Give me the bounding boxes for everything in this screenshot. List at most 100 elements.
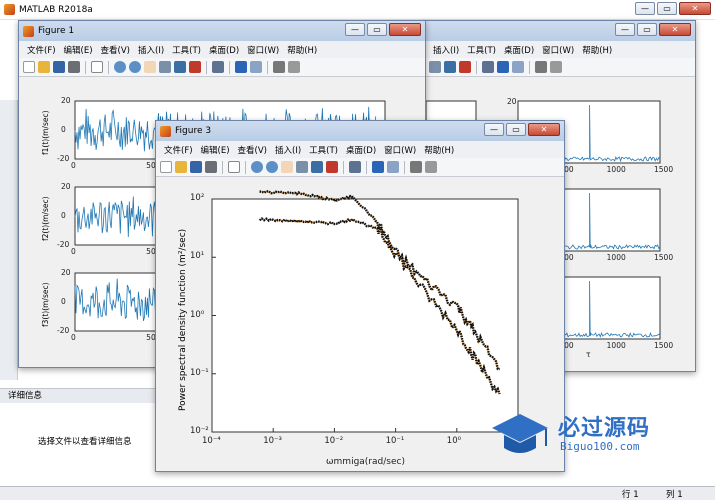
rotate-icon[interactable] [429, 61, 441, 73]
fig1-close-button[interactable]: ✕ [389, 23, 421, 36]
hide-tools-icon[interactable] [410, 161, 422, 173]
psd-xtick-label: 10⁻⁴ [202, 436, 221, 446]
fig1-ytick: 0 [61, 211, 66, 220]
matlab-logo-icon [4, 4, 15, 15]
hide-tools-icon[interactable] [273, 61, 285, 73]
open-icon[interactable] [38, 61, 50, 73]
fig3-close-button[interactable]: ✕ [528, 123, 560, 136]
fig2-menu-tools[interactable]: 工具(T) [467, 44, 496, 56]
figure3-titlebar: Figure 3 — ▭ ✕ [156, 121, 564, 141]
figure1-icon [23, 25, 34, 37]
fig1-menu-edit[interactable]: 编辑(E) [64, 44, 93, 56]
fig2-menu-help[interactable]: 帮助(H) [582, 44, 612, 56]
fig1-menu-tools[interactable]: 工具(T) [172, 44, 201, 56]
pan-icon[interactable] [144, 61, 156, 73]
fig2-xtick: 1500 [654, 253, 674, 262]
maximize-button[interactable]: ▭ [657, 2, 677, 15]
open-icon[interactable] [175, 161, 187, 173]
print-icon[interactable] [205, 161, 217, 173]
fig3-menu-tools[interactable]: 工具(T) [309, 144, 338, 156]
fig1-ytick: -20 [57, 240, 70, 249]
fig3-menu-edit[interactable]: 编辑(E) [201, 144, 230, 156]
link-icon[interactable] [212, 61, 224, 73]
fig3-maximize-button[interactable]: ▭ [506, 123, 526, 136]
close-button[interactable]: ✕ [679, 2, 711, 15]
brush-icon[interactable] [459, 61, 471, 73]
fig1-ylabel-2: f2(t)(m/sec) [41, 196, 50, 241]
fig1-menu-view[interactable]: 查看(V) [101, 44, 130, 56]
fig2-xtick: 1000 [606, 253, 626, 262]
zoom-out-icon[interactable] [129, 61, 141, 73]
fig3-menu-help[interactable]: 帮助(H) [424, 144, 454, 156]
psd-xtick-label: 10⁰ [446, 436, 462, 446]
psd-xtick-label: 10⁻³ [263, 436, 282, 446]
legend-icon[interactable] [387, 161, 399, 173]
fig3-menu-view[interactable]: 查看(V) [238, 144, 267, 156]
print-icon[interactable] [68, 61, 80, 73]
psd-ytick-label: 10² [190, 193, 205, 203]
figure3-menubar: 文件(F) 编辑(E) 查看(V) 插入(I) 工具(T) 桌面(D) 窗口(W… [156, 141, 564, 158]
watermark-brand: 必过源码 [558, 416, 651, 441]
save-icon[interactable] [53, 61, 65, 73]
fig1-menu-window[interactable]: 窗口(W) [247, 44, 279, 56]
fig2-menu-window[interactable]: 窗口(W) [542, 44, 574, 56]
legend-icon[interactable] [250, 61, 262, 73]
watermark-site: Biguo100.com [560, 440, 640, 453]
fig2-minimize-button[interactable]: — [615, 23, 635, 36]
psd-xtick-label: 10⁻¹ [385, 436, 405, 446]
fig1-menu-desktop[interactable]: 桌面(D) [209, 44, 239, 56]
fig1-menu-help[interactable]: 帮助(H) [287, 44, 317, 56]
fig3-menu-window[interactable]: 窗口(W) [384, 144, 416, 156]
colorbar-icon[interactable] [235, 61, 247, 73]
colorbar-icon[interactable] [497, 61, 509, 73]
fig1-xtick: 0 [71, 161, 76, 170]
status-bar: 行 1 列 1 [0, 486, 715, 500]
left-panel-strip [0, 100, 18, 380]
fig1-minimize-button[interactable]: — [345, 23, 365, 36]
legend-icon[interactable] [512, 61, 524, 73]
datatip-icon[interactable] [444, 61, 456, 73]
figure3-icon [160, 125, 171, 137]
fig3-minimize-button[interactable]: — [484, 123, 504, 136]
fig2-maximize-button[interactable]: ▭ [637, 23, 657, 36]
pointer-icon[interactable] [228, 161, 240, 173]
zoom-in-icon[interactable] [251, 161, 263, 173]
fig3-menu-file[interactable]: 文件(F) [164, 144, 193, 156]
fig2-menu-insert[interactable]: 插入(I) [433, 44, 459, 56]
dock-icon[interactable] [425, 161, 437, 173]
fig3-menu-insert[interactable]: 插入(I) [275, 144, 301, 156]
fig1-ytick: 0 [61, 297, 66, 306]
figure3-title: Figure 3 [175, 126, 212, 136]
fig1-xtick: 0 [71, 333, 76, 342]
colorbar-icon[interactable] [372, 161, 384, 173]
rotate-icon[interactable] [296, 161, 308, 173]
fig1-menu-insert[interactable]: 插入(I) [138, 44, 164, 56]
pan-icon[interactable] [281, 161, 293, 173]
dock-icon[interactable] [550, 61, 562, 73]
zoom-in-icon[interactable] [114, 61, 126, 73]
datatip-icon[interactable] [311, 161, 323, 173]
fig3-menu-desktop[interactable]: 桌面(D) [346, 144, 376, 156]
zoom-out-icon[interactable] [266, 161, 278, 173]
new-figure-icon[interactable] [23, 61, 35, 73]
figure1-title: Figure 1 [38, 26, 75, 36]
minimize-button[interactable]: — [635, 2, 655, 15]
new-figure-icon[interactable] [160, 161, 172, 173]
psd-xtick-label: 10⁻² [324, 436, 344, 446]
brush-icon[interactable] [189, 61, 201, 73]
link-icon[interactable] [349, 161, 361, 173]
fig1-menu-file[interactable]: 文件(F) [27, 44, 56, 56]
fig2-xtick: 1000 [606, 341, 626, 350]
rotate-icon[interactable] [159, 61, 171, 73]
datatip-icon[interactable] [174, 61, 186, 73]
status-col: 列 1 [666, 489, 683, 500]
brush-icon[interactable] [326, 161, 338, 173]
dock-icon[interactable] [288, 61, 300, 73]
fig2-close-button[interactable]: ✕ [659, 23, 691, 36]
save-icon[interactable] [190, 161, 202, 173]
print-icon[interactable] [482, 61, 494, 73]
hide-tools-icon[interactable] [535, 61, 547, 73]
pointer-icon[interactable] [91, 61, 103, 73]
fig1-maximize-button[interactable]: ▭ [367, 23, 387, 36]
fig2-menu-desktop[interactable]: 桌面(D) [504, 44, 534, 56]
